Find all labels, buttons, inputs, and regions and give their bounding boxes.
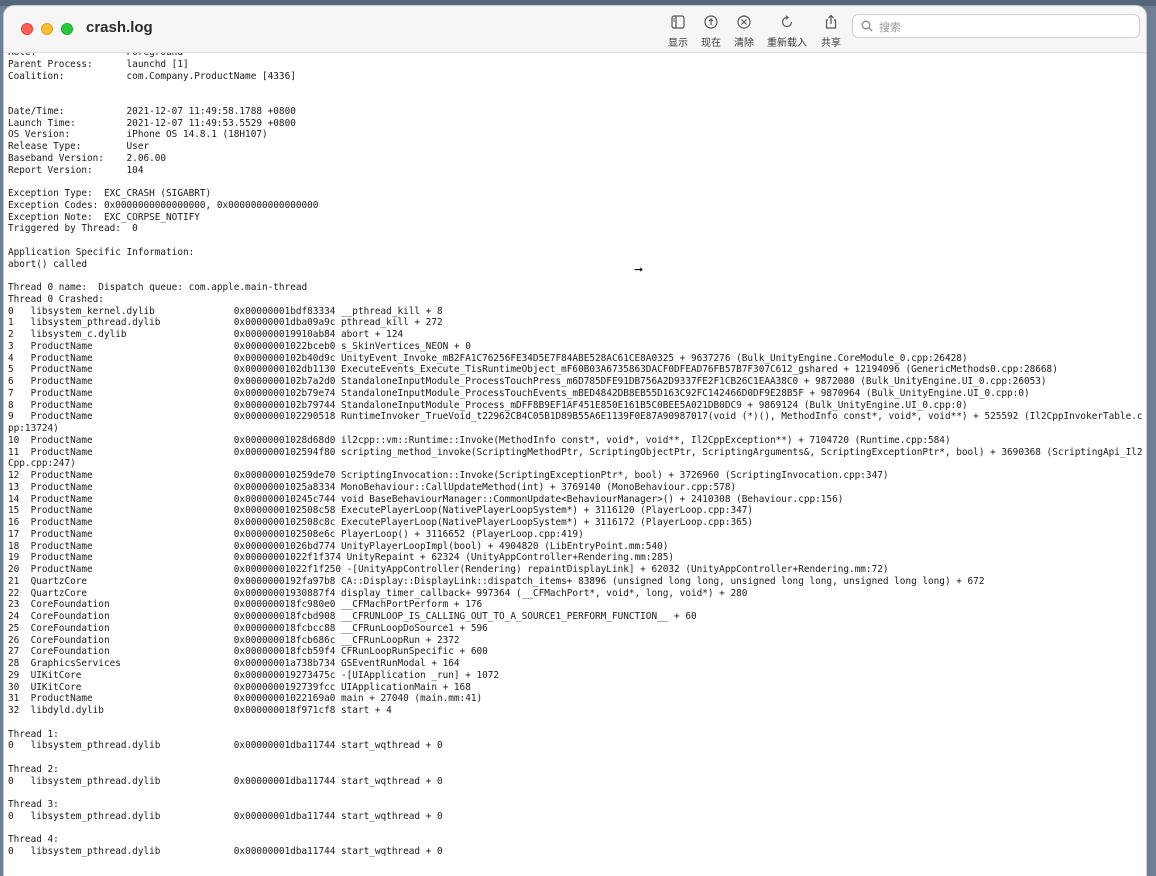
sidebar-icon <box>671 15 685 29</box>
minimize-button[interactable] <box>41 23 53 35</box>
crash-log-text: Role: Foreground Parent Process: launchd… <box>8 53 1143 857</box>
window-title: crash.log <box>86 19 153 36</box>
mouse-cursor-icon: ➞ <box>634 263 644 276</box>
console-window: crash.log 显示 现在 清除 重新载入 共享 搜索 Parent Pro… <box>4 6 1146 876</box>
reload-button-label: 重新载入 <box>767 38 807 49</box>
log-content-area[interactable]: Role: Foreground Parent Process: launchd… <box>4 53 1146 876</box>
search-field[interactable] <box>852 14 1140 38</box>
share-button[interactable]: 共享 <box>806 13 856 49</box>
clear-x-icon <box>737 15 751 29</box>
search-input[interactable] <box>877 17 1131 37</box>
reload-icon <box>781 15 793 28</box>
reload-button[interactable]: 重新载入 <box>762 13 812 49</box>
share-icon <box>825 14 837 29</box>
window-titlebar: crash.log 显示 现在 清除 重新载入 共享 搜索 <box>4 6 1146 53</box>
close-button[interactable] <box>21 23 33 35</box>
share-button-label: 共享 <box>821 38 841 49</box>
magnifier-icon <box>861 20 873 32</box>
maximize-button[interactable] <box>61 23 73 35</box>
clock-arrow-icon <box>704 15 718 29</box>
